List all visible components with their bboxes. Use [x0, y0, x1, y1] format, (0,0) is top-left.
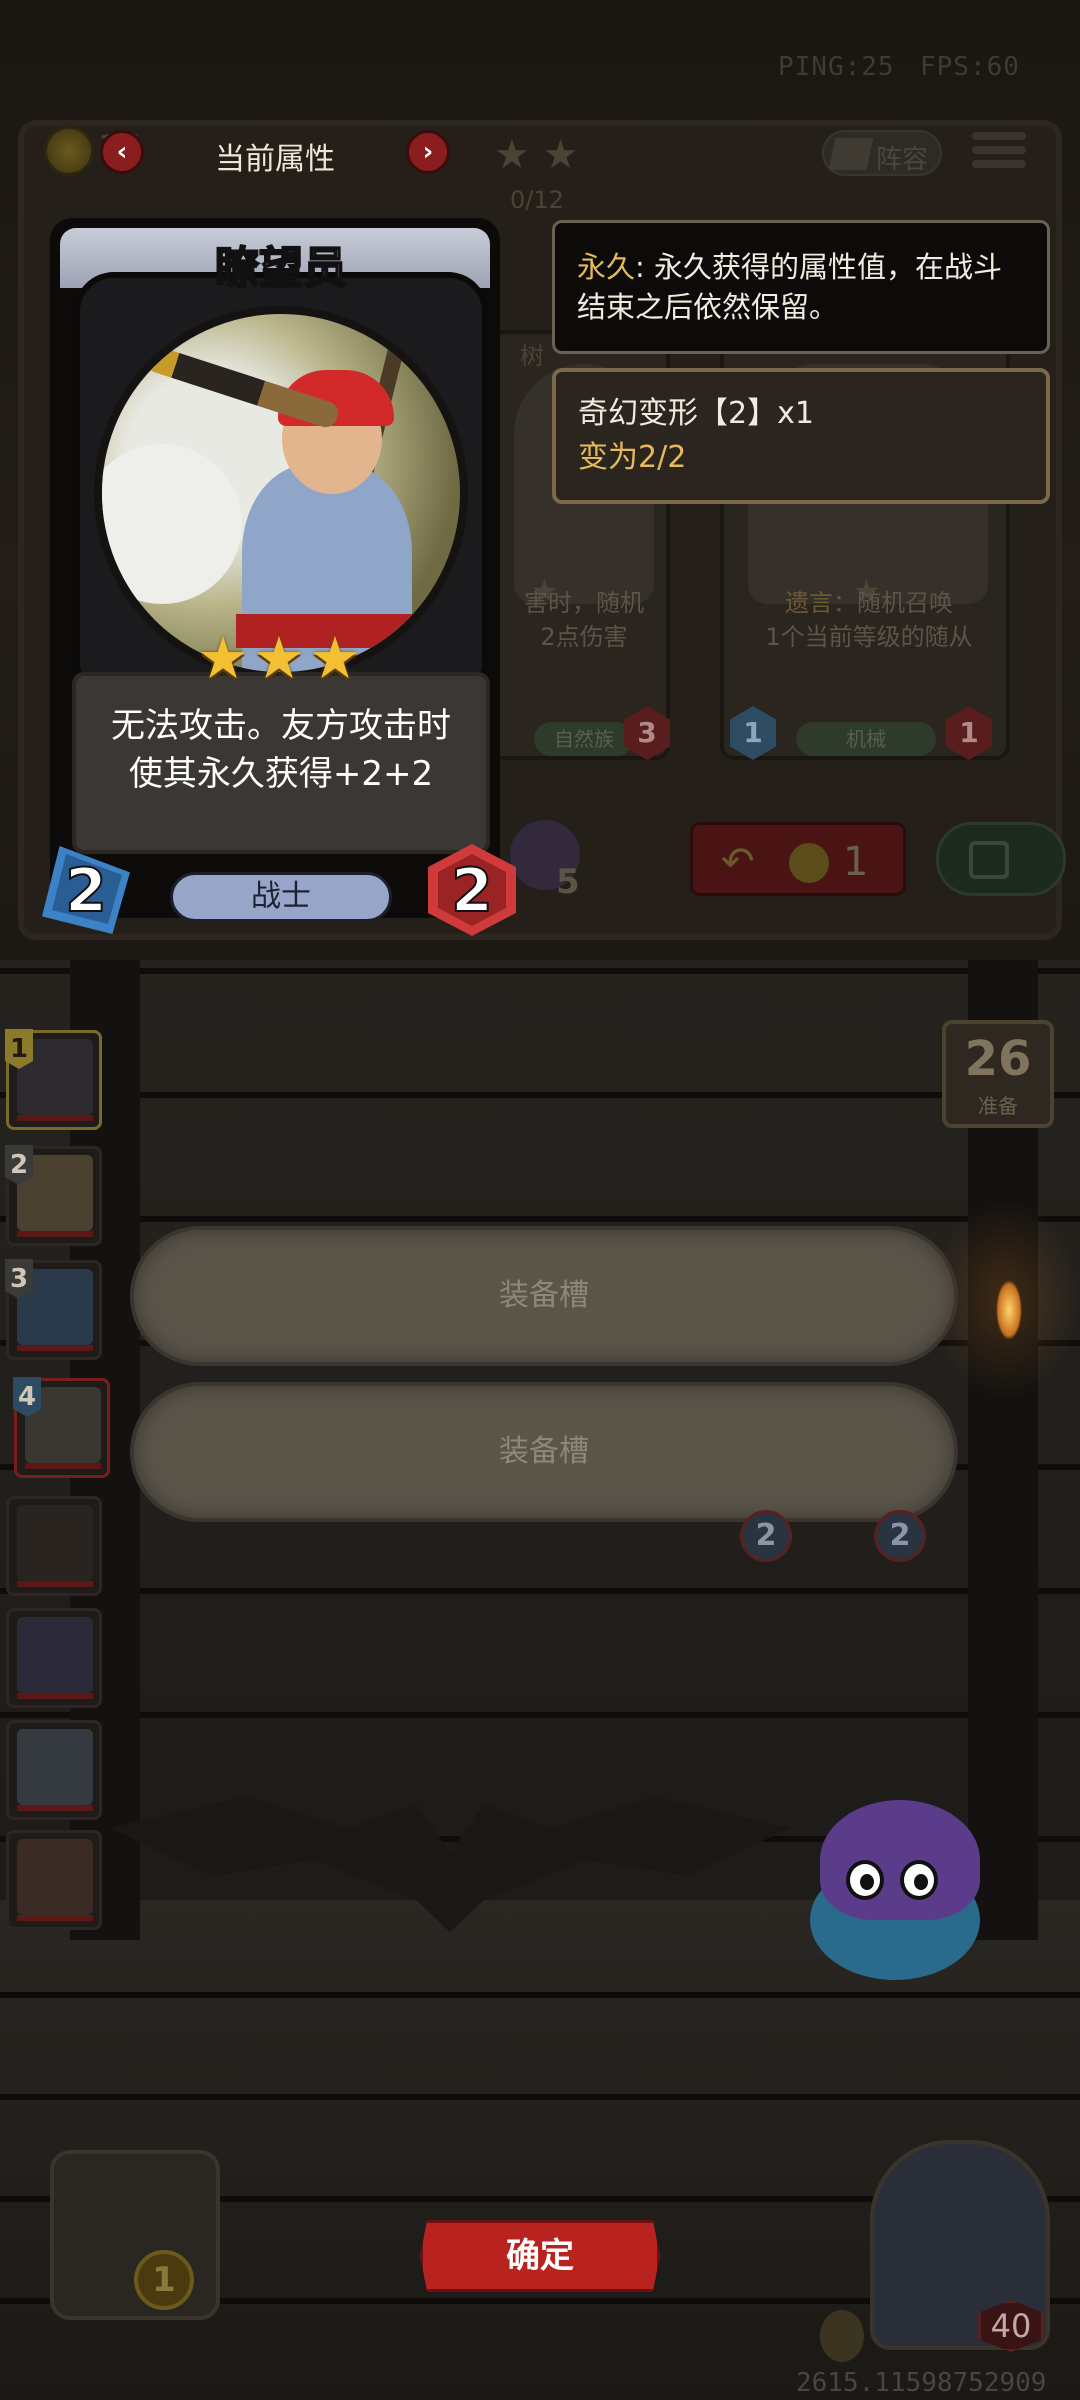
ping-readout: PING:25: [778, 52, 895, 82]
lock-icon: [969, 841, 1009, 879]
equipment-slot-1[interactable]: 装备槽: [130, 1226, 958, 1366]
minion-hp-bar: [17, 1805, 93, 1811]
board-unit-health: 2: [874, 1510, 926, 1562]
card-description-panel: 无法攻击。友方攻击时使其永久获得+2+2: [72, 672, 490, 854]
tooltip-body: : 永久获得的属性值，在战斗结束之后依然保留。: [577, 250, 1003, 324]
minion-hp-bar: [17, 1231, 93, 1237]
shop-card-text: 遗言：随机召唤 1个当前等级的随从: [765, 589, 973, 651]
team-rank: 1: [5, 1029, 33, 1069]
shop-card-health: 1: [946, 706, 992, 760]
level-progress: 0/12: [510, 186, 564, 214]
refresh-icon: ↶: [721, 839, 755, 885]
minion-portrait: [17, 1729, 93, 1805]
opponent-portrait[interactable]: 1: [50, 2150, 220, 2320]
team-slot-2[interactable]: 2: [5, 1145, 102, 1246]
card-description: 无法攻击。友方攻击时使其永久获得+2+2: [111, 706, 451, 794]
health-value: 2: [450, 855, 494, 927]
shop-card-text: 害时，随机 2点伤害: [524, 589, 644, 651]
minion-portrait: [17, 1505, 93, 1581]
sword-icon: [820, 2310, 864, 2362]
refresh-button[interactable]: ↶ 1: [690, 822, 906, 896]
minion-hp-bar: [17, 1693, 93, 1699]
card-star-icons: ★★★: [197, 624, 365, 692]
tooltip-text: 永久: 永久获得的属性值，在战斗结束之后依然保留。: [577, 247, 1025, 327]
eye-icon: [900, 1860, 938, 1900]
tooltip-keyword: 永久: [577, 250, 636, 284]
attribute-title: 当前属性: [215, 142, 335, 177]
book-icon: [828, 138, 874, 170]
refresh-cost: 1: [843, 839, 869, 885]
shop-card-attack: 1: [730, 706, 776, 760]
mascot-creature[interactable]: [800, 1790, 990, 1980]
next-arrow-button[interactable]: ›: [406, 130, 450, 174]
card-name: 瞭望员: [214, 242, 348, 295]
menu-button[interactable]: [972, 126, 1026, 180]
minion-portrait: [17, 1839, 93, 1915]
attack-stat: 2: [38, 840, 134, 940]
lock-shop-button[interactable]: [936, 822, 1066, 896]
keyword-tooltip: 永久: 永久获得的属性值，在战斗结束之后依然保留。: [552, 220, 1050, 354]
effect-name: 奇幻变形【2】x1: [578, 396, 814, 431]
team-slot-4[interactable]: 4: [13, 1377, 110, 1478]
minion-hp-bar: [17, 1915, 93, 1921]
effect-result: 变为2/2: [578, 440, 687, 475]
minion-hp-bar: [25, 1463, 101, 1469]
team-slot-3[interactable]: 3: [5, 1259, 102, 1360]
prep-label: 准备: [978, 1094, 1018, 1118]
gold-coin-icon: [789, 843, 829, 883]
team-rank: 4: [13, 1377, 41, 1417]
minion-portrait: [17, 1617, 93, 1693]
torch-flame-icon: [996, 1280, 1022, 1340]
minion-hp-bar: [17, 1581, 93, 1587]
team-rank: 2: [5, 1145, 33, 1185]
game-id: 2615.11598752909: [796, 2368, 1047, 2398]
opponent-badge: 1: [134, 2250, 194, 2310]
fps-readout: FPS:60: [920, 52, 1020, 82]
effect-panel: 奇幻变形【2】x1 变为2/2: [552, 368, 1050, 504]
shop-card-tribe: 自然族: [534, 722, 634, 756]
prev-arrow-button[interactable]: ‹: [100, 130, 144, 174]
team-slot-6[interactable]: [6, 1608, 102, 1708]
eye-icon: [846, 1860, 884, 1900]
card-class: 战士: [170, 872, 392, 922]
health-stat: 2: [424, 840, 520, 940]
board-unit-attack: 2: [740, 1510, 792, 1562]
lineup-label: 阵容: [876, 145, 929, 175]
focused-minion-card[interactable]: 瞭望员 无法攻击。友方攻击时使其永久获得+2+2 ★★★ 战士 2 2: [42, 218, 516, 936]
tavern-level-stars: ★ ★: [494, 132, 579, 178]
minion-hp-bar: [17, 1115, 93, 1121]
attack-value: 2: [64, 855, 108, 927]
prep-count: 26: [964, 1031, 1032, 1087]
shop-card-tag: 树: [520, 342, 544, 370]
team-slot-5[interactable]: [6, 1496, 102, 1596]
shop-card-health: 3: [624, 706, 670, 760]
potion-count: 5: [556, 862, 580, 902]
menu-icon: [972, 132, 1026, 140]
shop-card-tribe: 机械: [796, 722, 936, 756]
team-rank: 3: [5, 1259, 33, 1299]
team-slot-1[interactable]: 1: [5, 1029, 102, 1130]
team-slot-7[interactable]: [6, 1720, 102, 1820]
lineup-button[interactable]: 阵容: [822, 130, 942, 176]
confirm-button[interactable]: 确定: [420, 2220, 660, 2292]
prep-counter: 26 准备: [942, 1020, 1054, 1128]
equipment-slot-2[interactable]: 装备槽: [130, 1382, 958, 1522]
minion-hp-bar: [17, 1345, 93, 1351]
gold-coin-icon: [44, 126, 94, 176]
team-slot-8[interactable]: [6, 1830, 102, 1930]
